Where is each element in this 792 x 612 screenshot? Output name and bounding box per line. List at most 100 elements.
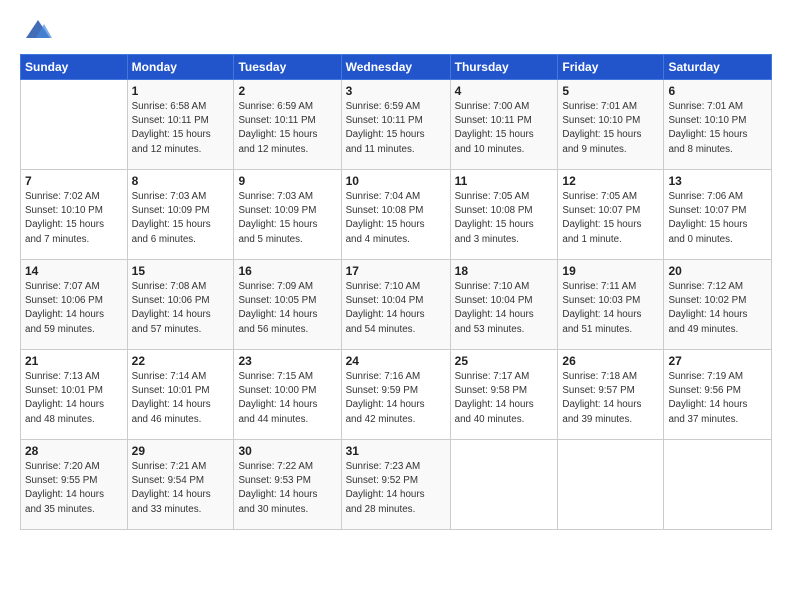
logo-icon: [24, 16, 52, 44]
day-cell: 12 Sunrise: 7:05 AMSunset: 10:07 PMDaylig…: [558, 170, 664, 260]
day-cell: 26Sunrise: 7:18 AMSunset: 9:57 PMDayligh…: [558, 350, 664, 440]
day-cell: 17 Sunrise: 7:10 AMSunset: 10:04 PMDaylig…: [341, 260, 450, 350]
day-number: 17: [346, 264, 446, 278]
day-number: 19: [562, 264, 659, 278]
day-cell: 10Sunrise: 7:04 AMSunset: 10:08 PMDaylig…: [341, 170, 450, 260]
weekday-header-monday: Monday: [127, 55, 234, 80]
day-info: Sunrise: 7:22 AMSunset: 9:53 PMDaylight:…: [238, 460, 336, 517]
day-number: 10: [346, 174, 446, 188]
day-info: Sunrise: 7:17 AMSunset: 9:58 PMDaylight:…: [455, 370, 554, 427]
day-cell: [558, 440, 664, 530]
day-cell: 30 Sunrise: 7:22 AMSunset: 9:53 PMDayligh…: [234, 440, 341, 530]
day-number: 20: [668, 264, 767, 278]
day-cell: 6Sunrise: 7:01 AMSunset: 10:10 PMDayligh…: [664, 80, 772, 170]
calendar: SundayMondayTuesdayWednesdayThursdayFrid…: [20, 54, 772, 530]
day-number: 12: [562, 174, 659, 188]
day-info: Sunrise: 7:09 AMSunset: 10:05 PMDaylight…: [238, 280, 336, 337]
week-row-4: 21 Sunrise: 7:13 AMSunset: 10:01 PMDaylig…: [21, 350, 772, 440]
day-cell: 5 Sunrise: 7:01 AMSunset: 10:10 PMDayligh…: [558, 80, 664, 170]
day-number: 3: [346, 84, 446, 98]
day-info: Sunrise: 7:05 AMSunset: 10:08 PMDaylight…: [455, 190, 554, 247]
weekday-header-row: SundayMondayTuesdayWednesdayThursdayFrid…: [21, 55, 772, 80]
day-number: 31: [346, 444, 446, 458]
day-number: 5: [562, 84, 659, 98]
day-number: 23: [238, 354, 336, 368]
day-cell: 8Sunrise: 7:03 AMSunset: 10:09 PMDayligh…: [127, 170, 234, 260]
day-cell: [664, 440, 772, 530]
day-info: Sunrise: 7:20 AMSunset: 9:55 PMDaylight:…: [25, 460, 123, 517]
day-cell: 2Sunrise: 6:59 AMSunset: 10:11 PMDayligh…: [234, 80, 341, 170]
day-info: Sunrise: 7:08 AMSunset: 10:06 PMDaylight…: [132, 280, 230, 337]
day-number: 18: [455, 264, 554, 278]
day-number: 15: [132, 264, 230, 278]
day-cell: 1 Sunrise: 6:58 AMSunset: 10:11 PMDayligh…: [127, 80, 234, 170]
day-cell: [21, 80, 128, 170]
day-info: Sunrise: 7:00 AMSunset: 10:11 PMDaylight…: [455, 100, 554, 157]
week-row-1: 1 Sunrise: 6:58 AMSunset: 10:11 PMDayligh…: [21, 80, 772, 170]
weekday-header-friday: Friday: [558, 55, 664, 80]
day-info: Sunrise: 7:07 AMSunset: 10:06 PMDaylight…: [25, 280, 123, 337]
day-number: 27: [668, 354, 767, 368]
weekday-header-sunday: Sunday: [21, 55, 128, 80]
day-number: 21: [25, 354, 123, 368]
weekday-header-saturday: Saturday: [664, 55, 772, 80]
weekday-header-wednesday: Wednesday: [341, 55, 450, 80]
day-info: Sunrise: 7:16 AMSunset: 9:59 PMDaylight:…: [346, 370, 446, 427]
day-info: Sunrise: 7:06 AMSunset: 10:07 PMDaylight…: [668, 190, 767, 247]
day-cell: [450, 440, 558, 530]
day-cell: 28Sunrise: 7:20 AMSunset: 9:55 PMDayligh…: [21, 440, 128, 530]
day-cell: 23 Sunrise: 7:15 AMSunset: 10:00 PMDaylig…: [234, 350, 341, 440]
day-number: 22: [132, 354, 230, 368]
week-row-5: 28Sunrise: 7:20 AMSunset: 9:55 PMDayligh…: [21, 440, 772, 530]
day-cell: 3Sunrise: 6:59 AMSunset: 10:11 PMDayligh…: [341, 80, 450, 170]
day-number: 9: [238, 174, 336, 188]
day-info: Sunrise: 7:10 AMSunset: 10:04 PMDaylight…: [346, 280, 446, 337]
day-number: 1: [132, 84, 230, 98]
day-number: 6: [668, 84, 767, 98]
day-cell: 22 Sunrise: 7:14 AMSunset: 10:01 PMDaylig…: [127, 350, 234, 440]
day-info: Sunrise: 7:13 AMSunset: 10:01 PMDaylight…: [25, 370, 123, 427]
day-cell: 21 Sunrise: 7:13 AMSunset: 10:01 PMDaylig…: [21, 350, 128, 440]
day-cell: 15 Sunrise: 7:08 AMSunset: 10:06 PMDaylig…: [127, 260, 234, 350]
day-info: Sunrise: 7:15 AMSunset: 10:00 PMDaylight…: [238, 370, 336, 427]
day-number: 2: [238, 84, 336, 98]
day-info: Sunrise: 6:58 AMSunset: 10:11 PMDaylight…: [132, 100, 230, 157]
day-cell: 27 Sunrise: 7:19 AMSunset: 9:56 PMDayligh…: [664, 350, 772, 440]
day-number: 29: [132, 444, 230, 458]
day-info: Sunrise: 7:10 AMSunset: 10:04 PMDaylight…: [455, 280, 554, 337]
day-number: 30: [238, 444, 336, 458]
day-info: Sunrise: 7:23 AMSunset: 9:52 PMDaylight:…: [346, 460, 446, 517]
day-cell: 29 Sunrise: 7:21 AMSunset: 9:54 PMDayligh…: [127, 440, 234, 530]
day-number: 4: [455, 84, 554, 98]
day-cell: 31 Sunrise: 7:23 AMSunset: 9:52 PMDayligh…: [341, 440, 450, 530]
day-cell: 13Sunrise: 7:06 AMSunset: 10:07 PMDaylig…: [664, 170, 772, 260]
day-number: 25: [455, 354, 554, 368]
day-number: 16: [238, 264, 336, 278]
day-cell: 20 Sunrise: 7:12 AMSunset: 10:02 PMDaylig…: [664, 260, 772, 350]
day-info: Sunrise: 7:03 AMSunset: 10:09 PMDaylight…: [238, 190, 336, 247]
day-info: Sunrise: 7:14 AMSunset: 10:01 PMDaylight…: [132, 370, 230, 427]
day-cell: 18 Sunrise: 7:10 AMSunset: 10:04 PMDaylig…: [450, 260, 558, 350]
day-info: Sunrise: 7:01 AMSunset: 10:10 PMDaylight…: [562, 100, 659, 157]
day-info: Sunrise: 7:02 AMSunset: 10:10 PMDaylight…: [25, 190, 123, 247]
day-info: Sunrise: 7:21 AMSunset: 9:54 PMDaylight:…: [132, 460, 230, 517]
logo: [20, 16, 52, 44]
day-cell: 19Sunrise: 7:11 AMSunset: 10:03 PMDaylig…: [558, 260, 664, 350]
day-info: Sunrise: 7:12 AMSunset: 10:02 PMDaylight…: [668, 280, 767, 337]
day-cell: 7 Sunrise: 7:02 AMSunset: 10:10 PMDayligh…: [21, 170, 128, 260]
day-info: Sunrise: 7:05 AMSunset: 10:07 PMDaylight…: [562, 190, 659, 247]
day-number: 11: [455, 174, 554, 188]
day-cell: 11 Sunrise: 7:05 AMSunset: 10:08 PMDaylig…: [450, 170, 558, 260]
page: SundayMondayTuesdayWednesdayThursdayFrid…: [0, 0, 792, 612]
day-number: 8: [132, 174, 230, 188]
day-cell: 24Sunrise: 7:16 AMSunset: 9:59 PMDayligh…: [341, 350, 450, 440]
day-cell: 9 Sunrise: 7:03 AMSunset: 10:09 PMDayligh…: [234, 170, 341, 260]
day-number: 14: [25, 264, 123, 278]
header: [20, 16, 772, 44]
day-cell: 4 Sunrise: 7:00 AMSunset: 10:11 PMDayligh…: [450, 80, 558, 170]
day-info: Sunrise: 7:19 AMSunset: 9:56 PMDaylight:…: [668, 370, 767, 427]
weekday-header-tuesday: Tuesday: [234, 55, 341, 80]
weekday-header-thursday: Thursday: [450, 55, 558, 80]
day-cell: 25 Sunrise: 7:17 AMSunset: 9:58 PMDayligh…: [450, 350, 558, 440]
day-number: 7: [25, 174, 123, 188]
